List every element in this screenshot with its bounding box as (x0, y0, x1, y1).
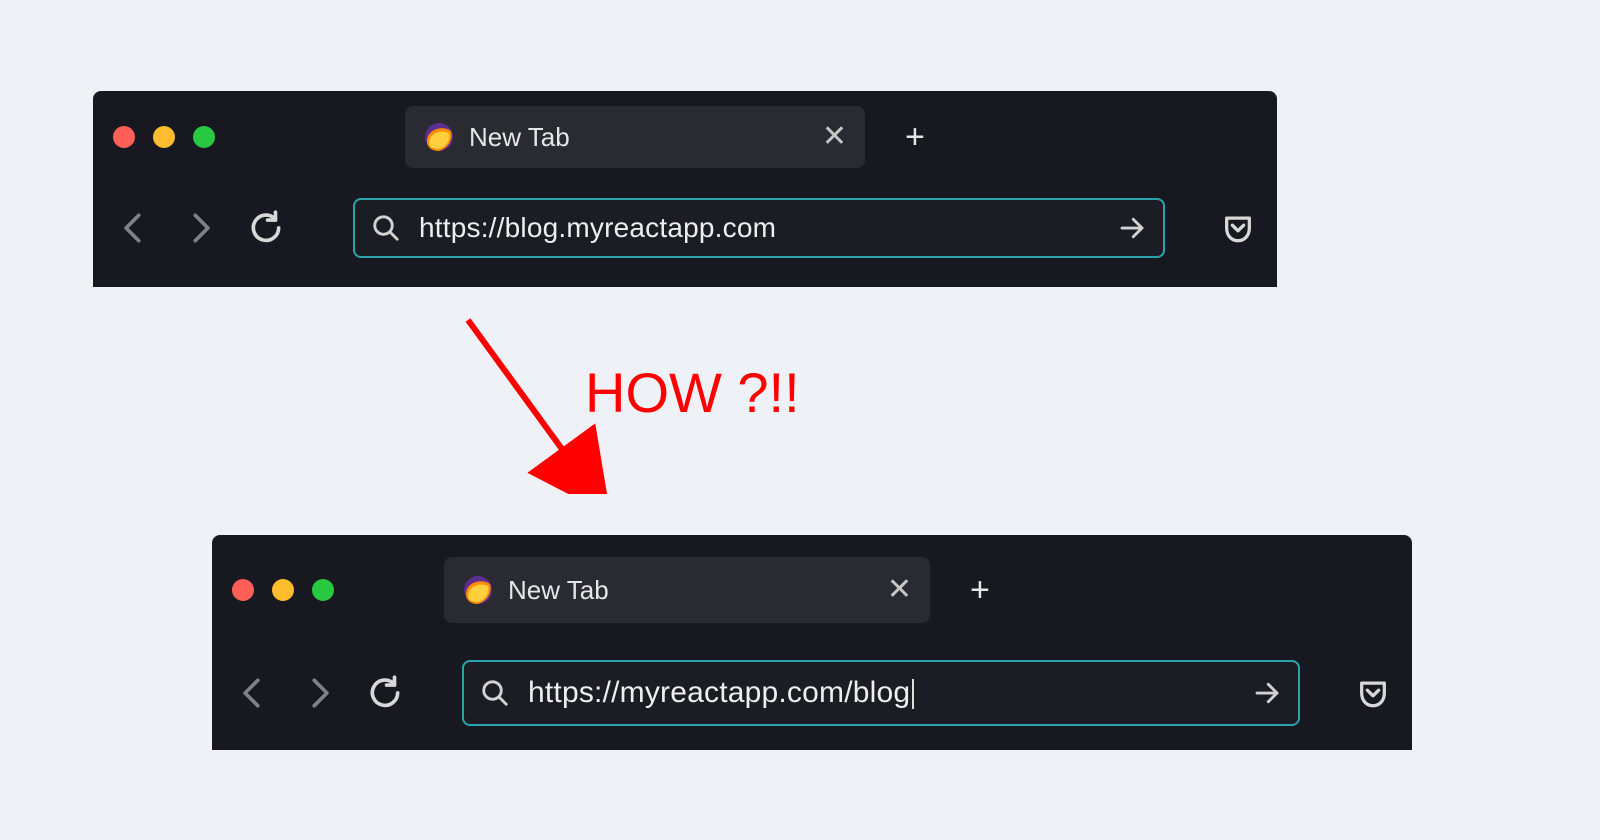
go-button[interactable] (1117, 213, 1147, 243)
back-button[interactable] (115, 209, 153, 247)
annotation-text: HOW ?!! (585, 360, 800, 425)
new-tab-button[interactable]: + (905, 118, 925, 157)
forward-button[interactable] (181, 209, 219, 247)
navigation-bar: https://myreactapp.com/blog (212, 645, 1412, 740)
maximize-window-button[interactable] (312, 579, 334, 601)
back-button[interactable] (234, 674, 272, 712)
tab-title: New Tab (508, 575, 873, 606)
go-button[interactable] (1252, 678, 1282, 708)
tab-title: New Tab (469, 122, 808, 153)
pocket-icon[interactable] (1221, 211, 1255, 245)
new-tab-button[interactable]: + (970, 571, 990, 610)
reload-button[interactable] (247, 209, 285, 247)
search-icon (371, 213, 401, 243)
url-bar[interactable]: https://myreactapp.com/blog (462, 660, 1300, 726)
tab-bar: New Tab ✕ + (212, 535, 1412, 645)
close-window-button[interactable] (232, 579, 254, 601)
close-tab-button[interactable]: ✕ (887, 575, 912, 605)
firefox-icon (462, 574, 494, 606)
search-icon (480, 678, 510, 708)
reload-button[interactable] (366, 674, 404, 712)
forward-button[interactable] (300, 674, 338, 712)
browser-tab[interactable]: New Tab ✕ (444, 557, 930, 623)
close-tab-button[interactable]: ✕ (822, 122, 847, 152)
navigation-bar: https://blog.myreactapp.com (93, 183, 1277, 273)
minimize-window-button[interactable] (272, 579, 294, 601)
firefox-icon (423, 121, 455, 153)
browser-window-top: New Tab ✕ + https://blog.myreactapp.com (93, 91, 1277, 287)
url-input[interactable]: https://blog.myreactapp.com (419, 212, 1099, 244)
pocket-icon[interactable] (1356, 676, 1390, 710)
window-controls (113, 126, 215, 148)
url-input[interactable]: https://myreactapp.com/blog (528, 676, 1234, 710)
close-window-button[interactable] (113, 126, 135, 148)
maximize-window-button[interactable] (193, 126, 215, 148)
minimize-window-button[interactable] (153, 126, 175, 148)
browser-window-bottom: New Tab ✕ + https://myreactapp.com/blog (212, 535, 1412, 750)
window-controls (232, 579, 334, 601)
url-bar[interactable]: https://blog.myreactapp.com (353, 198, 1165, 258)
browser-tab[interactable]: New Tab ✕ (405, 106, 865, 168)
tab-bar: New Tab ✕ + (93, 91, 1277, 183)
